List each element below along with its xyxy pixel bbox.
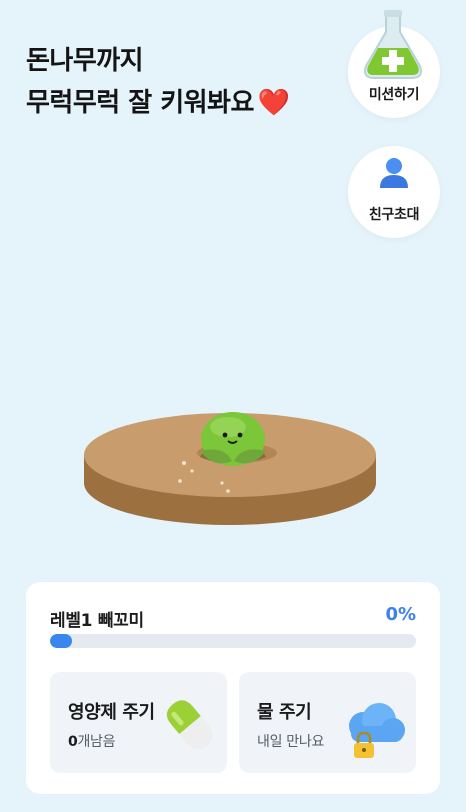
growth-panel: 레벨1 빼꼬미 0% 영양제 주기 0개남음 물 주기 내일 만나요 bbox=[26, 582, 440, 794]
cloud-icon bbox=[341, 700, 407, 766]
pill-icon bbox=[162, 696, 218, 758]
mission-button[interactable]: 미션하기 bbox=[348, 10, 440, 118]
headline-line2: 무럭무럭 잘 키워봐요 ❤️ bbox=[26, 88, 290, 118]
water-title: 물 주기 bbox=[257, 702, 312, 723]
heart-icon: ❤️ bbox=[257, 88, 290, 118]
person-icon bbox=[378, 156, 410, 194]
invite-label: 친구초대 bbox=[368, 207, 420, 223]
progress-bar-fill bbox=[50, 634, 72, 648]
progress-percent: 0% bbox=[385, 604, 416, 625]
level-label: 레벨1 빼꼬미 bbox=[50, 611, 144, 631]
nutrient-button[interactable]: 영양제 주기 0개남음 bbox=[50, 672, 227, 773]
nutrient-title: 영양제 주기 bbox=[68, 702, 155, 723]
plant-stage[interactable] bbox=[82, 395, 382, 539]
invite-button[interactable]: 친구초대 bbox=[348, 146, 440, 238]
water-subtitle: 내일 만나요 bbox=[257, 734, 325, 750]
nutrient-count: 0개남음 bbox=[68, 734, 116, 750]
flask-icon bbox=[356, 8, 430, 90]
headline: 돈나무까지 무럭무럭 잘 키워봐요 ❤️ bbox=[26, 40, 290, 124]
headline-line1: 돈나무까지 bbox=[26, 46, 144, 76]
progress-bar bbox=[50, 634, 416, 648]
water-button[interactable]: 물 주기 내일 만나요 bbox=[239, 672, 416, 773]
